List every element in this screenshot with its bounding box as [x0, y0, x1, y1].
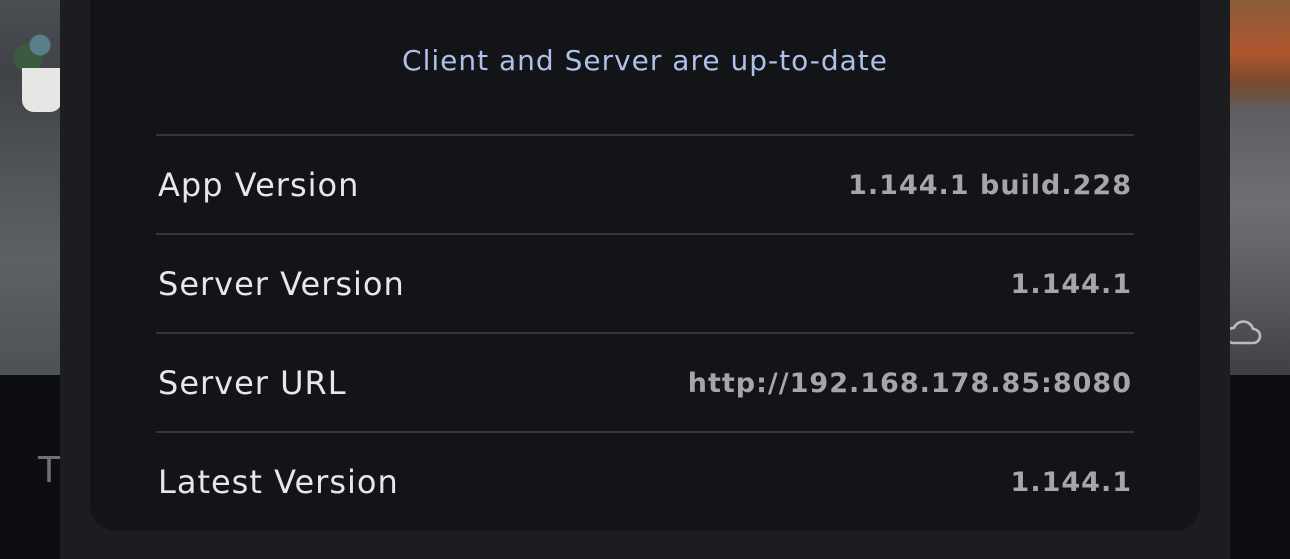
plant-pot — [22, 68, 62, 112]
background-partial-text: T — [38, 450, 60, 491]
app-version-value: 1.144.1 build.228 — [848, 170, 1132, 201]
server-version-label: Server Version — [158, 265, 405, 303]
server-url-value: http://192.168.178.85:8080 — [687, 368, 1132, 399]
app-version-label: App Version — [158, 166, 360, 204]
status-message: Client and Server are up-to-date — [402, 44, 888, 77]
server-version-row: Server Version 1.144.1 — [156, 233, 1134, 332]
latest-version-label: Latest Version — [158, 463, 399, 501]
latest-version-value: 1.144.1 — [1010, 467, 1132, 498]
app-version-row: App Version 1.144.1 build.228 — [156, 134, 1134, 233]
screen: T Client and Server are up-to-date App V… — [0, 0, 1290, 559]
latest-version-row: Latest Version 1.144.1 — [156, 431, 1134, 530]
version-info-list: App Version 1.144.1 build.228 Server Ver… — [156, 134, 1134, 530]
server-version-value: 1.144.1 — [1010, 269, 1132, 300]
server-url-label: Server URL — [158, 364, 347, 402]
server-url-row: Server URL http://192.168.178.85:8080 — [156, 332, 1134, 431]
background-photo-left — [0, 0, 62, 375]
